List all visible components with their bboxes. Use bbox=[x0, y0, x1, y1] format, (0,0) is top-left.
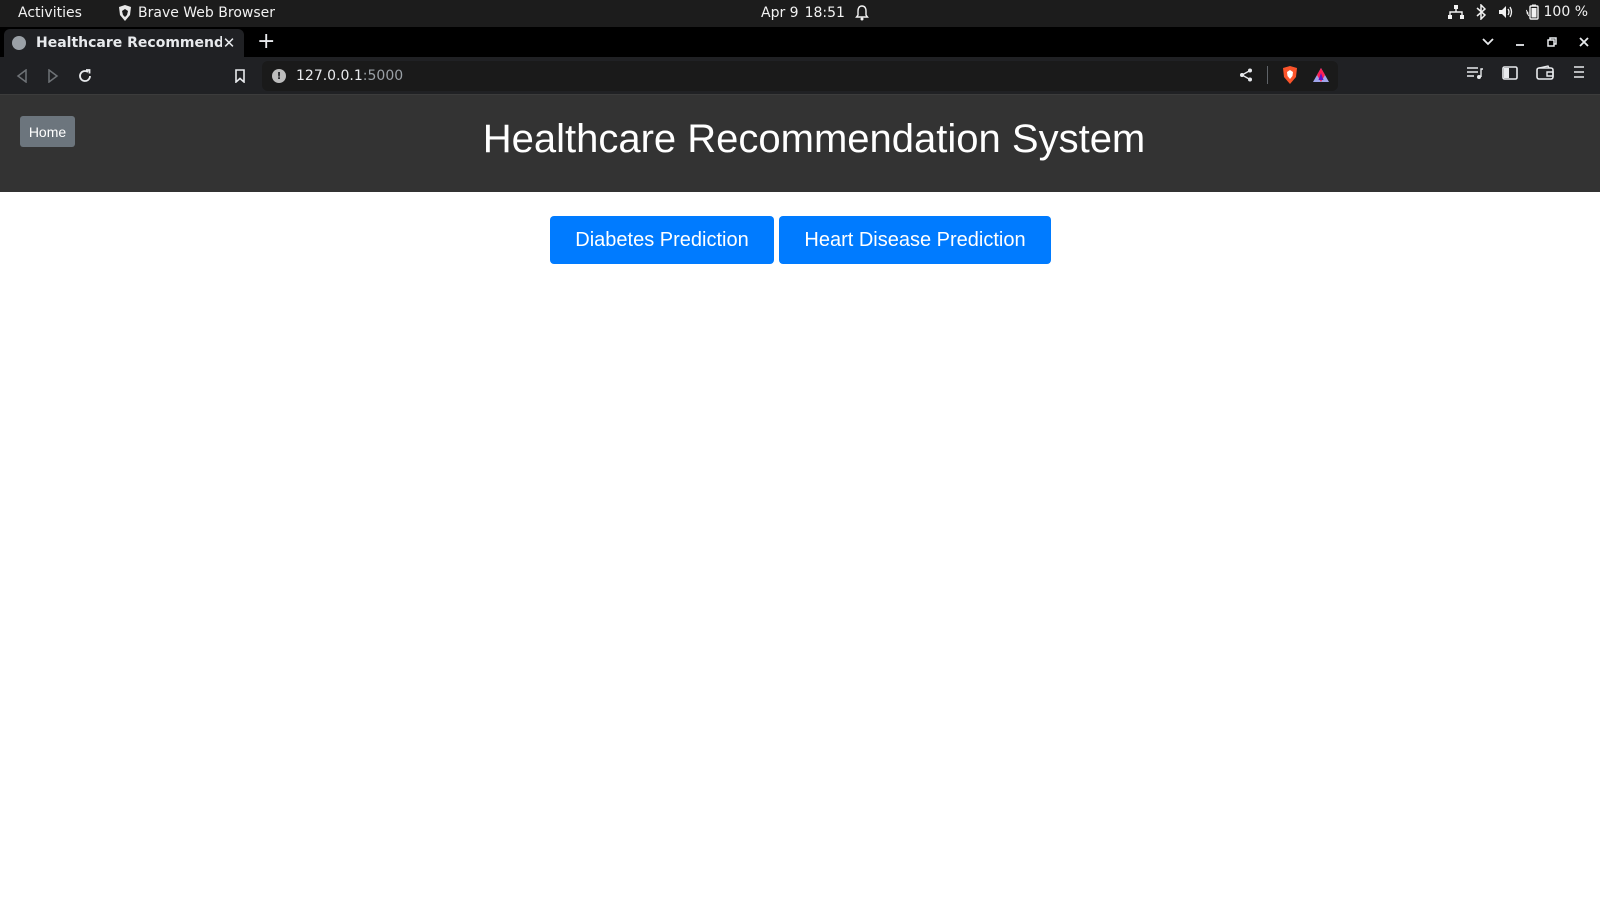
network-icon bbox=[1447, 5, 1464, 19]
close-icon bbox=[1579, 37, 1589, 47]
clock-menu[interactable]: Apr 9 18:51 bbox=[761, 5, 869, 21]
close-window-button[interactable] bbox=[1568, 27, 1600, 57]
system-top-bar: Activities Brave Web Browser Apr 9 18:51… bbox=[0, 0, 1600, 27]
reload-button[interactable] bbox=[74, 65, 96, 87]
system-tray[interactable]: 100 % bbox=[1447, 4, 1588, 20]
activities-button[interactable]: Activities bbox=[18, 5, 82, 21]
tab-title: Healthcare Recommendat bbox=[36, 35, 222, 51]
tab-search-button[interactable] bbox=[1472, 27, 1504, 57]
page-header: Home Healthcare Recommendation System bbox=[0, 95, 1600, 192]
brave-shields-icon[interactable] bbox=[1282, 66, 1298, 84]
bell-icon bbox=[855, 5, 869, 21]
bookmark-button[interactable] bbox=[229, 65, 251, 87]
restore-icon bbox=[1547, 37, 1557, 47]
url-port: :5000 bbox=[362, 68, 404, 84]
window-controls bbox=[1472, 27, 1600, 57]
minimize-button[interactable] bbox=[1504, 27, 1536, 57]
sidebar-icon[interactable] bbox=[1502, 65, 1518, 81]
hamburger-menu-icon[interactable] bbox=[1572, 65, 1586, 79]
web-page: Home Healthcare Recommendation System Di… bbox=[0, 95, 1600, 900]
site-info-icon[interactable]: ! bbox=[272, 69, 286, 83]
bookmark-icon bbox=[235, 69, 245, 83]
battery-icon bbox=[1525, 4, 1539, 20]
page-title: Healthcare Recommendation System bbox=[482, 117, 1146, 161]
forward-arrow-icon bbox=[48, 69, 59, 83]
browser-toolbar: ! 127.0.0.1 :5000 bbox=[0, 57, 1600, 95]
date-label: Apr 9 bbox=[761, 5, 799, 21]
prediction-buttons: Diabetes Prediction Heart Disease Predic… bbox=[550, 216, 1051, 264]
playlist-icon[interactable] bbox=[1466, 65, 1484, 81]
back-button[interactable] bbox=[11, 65, 33, 87]
volume-icon bbox=[1498, 6, 1512, 18]
brave-lion-icon bbox=[119, 5, 131, 21]
new-tab-button[interactable]: + bbox=[257, 29, 275, 55]
app-name-label: Brave Web Browser bbox=[138, 5, 275, 21]
share-icon[interactable] bbox=[1239, 68, 1253, 82]
diabetes-prediction-button[interactable]: Diabetes Prediction bbox=[550, 216, 774, 264]
restore-button[interactable] bbox=[1536, 27, 1568, 57]
address-bar-divider bbox=[1267, 66, 1268, 84]
tab-strip: Healthcare Recommendat ✕ + bbox=[0, 27, 1600, 57]
chevron-down-icon bbox=[1482, 38, 1494, 46]
globe-icon bbox=[12, 36, 26, 50]
forward-button[interactable] bbox=[42, 65, 64, 87]
minimize-icon bbox=[1516, 44, 1524, 46]
wallet-icon[interactable] bbox=[1536, 65, 1554, 81]
brave-rewards-icon[interactable] bbox=[1312, 67, 1330, 83]
heart-disease-prediction-button[interactable]: Heart Disease Prediction bbox=[779, 216, 1051, 264]
app-menu[interactable]: Brave Web Browser bbox=[118, 5, 275, 21]
tab-close-icon[interactable]: ✕ bbox=[222, 34, 236, 52]
reload-icon bbox=[79, 69, 91, 82]
address-bar[interactable]: ! 127.0.0.1 :5000 bbox=[262, 61, 1338, 91]
url-host: 127.0.0.1 bbox=[296, 68, 363, 84]
browser-tab-active[interactable]: Healthcare Recommendat ✕ bbox=[4, 29, 244, 57]
time-label: 18:51 bbox=[804, 5, 845, 21]
battery-percent: 100 % bbox=[1543, 4, 1588, 20]
bluetooth-icon bbox=[1476, 4, 1486, 20]
back-arrow-icon bbox=[16, 69, 27, 83]
